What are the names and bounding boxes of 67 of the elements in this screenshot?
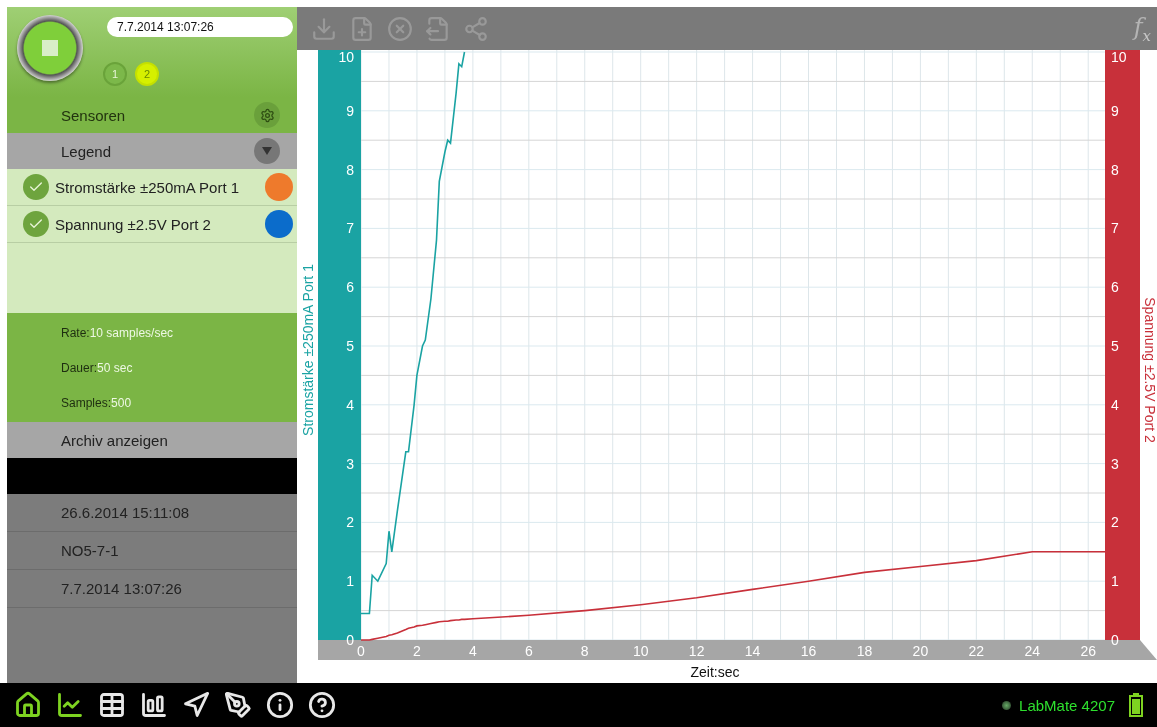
port-button[interactable]: 1 — [103, 62, 127, 86]
axis-tick-label: 4 — [1111, 396, 1119, 413]
axis-tick-label: 12 — [688, 643, 705, 659]
axis-tick-label: 2 — [1111, 514, 1119, 531]
help-icon[interactable] — [308, 691, 336, 719]
axis-tick-label: 5 — [346, 338, 354, 354]
table-icon[interactable] — [98, 691, 126, 719]
archive-button[interactable]: Archiv anzeigen — [7, 422, 297, 458]
navigation-icon[interactable] — [182, 691, 210, 719]
axis-tick-label: 7 — [1111, 220, 1119, 237]
axis-tick-label: 20 — [912, 643, 929, 659]
checkbox[interactable] — [23, 174, 49, 200]
device-label: LabMate 4207 — [1019, 696, 1115, 714]
line-chart-icon[interactable] — [56, 691, 84, 719]
axis-tick-label: 6 — [524, 643, 533, 659]
axis-tick-label: 24 — [1024, 643, 1041, 659]
axis-tick-label: 10 — [1111, 50, 1127, 65]
axis-tick-label: 8 — [346, 161, 354, 178]
axis-tick-label: 16 — [800, 643, 817, 659]
battery-icon — [1129, 693, 1143, 717]
axis-tick-label: 8 — [1111, 161, 1119, 178]
axis-tick-label: 10 — [338, 50, 354, 65]
info-text: Dauer:50 sec — [61, 360, 134, 375]
axis-title: Zeit:sec — [690, 664, 740, 680]
axis-tick-label: 4 — [346, 396, 354, 413]
info-text: Rate:10 samples/sec — [61, 325, 175, 340]
gear-icon — [259, 107, 275, 123]
axis-tick-label: 2 — [346, 514, 354, 531]
axis-tick-label: 4 — [469, 643, 477, 659]
axis-tick-label: 2 — [413, 643, 421, 659]
axis-title: Stromstärke ±250mA Port 1 — [300, 264, 316, 436]
axis-tick-label: 9 — [346, 102, 354, 119]
info-text: Samples:500 — [61, 395, 133, 410]
axis-tick-label: 5 — [1111, 338, 1119, 354]
settings-button[interactable] — [254, 102, 280, 128]
caret-icon — [261, 146, 273, 156]
function-button[interactable]: f$_{x}$ — [1133, 12, 1151, 45]
port-button[interactable]: 2 — [135, 62, 159, 86]
axis-tick-label: 8 — [580, 643, 589, 659]
axis-tick-label: 7 — [346, 220, 354, 237]
axis-tick-label: 18 — [856, 643, 873, 659]
section-label: Legend — [61, 142, 112, 160]
bar-chart-icon[interactable] — [140, 691, 168, 719]
axis-tick-label: 3 — [346, 455, 354, 472]
axis-tick-label: 22 — [968, 643, 985, 659]
home-icon[interactable] — [14, 691, 42, 719]
legend-label: Spannung ±2.5V Port 2 — [55, 215, 211, 233]
axis-tick-label: 10 — [632, 643, 649, 659]
axis-tick-label: 0 — [357, 643, 365, 659]
pen-icon[interactable] — [224, 691, 252, 719]
section-label: Sensoren — [61, 106, 126, 124]
axis-tick-label: 3 — [1111, 455, 1119, 472]
info-icon[interactable] — [266, 691, 294, 719]
axis-tick-label: 6 — [346, 279, 354, 296]
status-led — [1002, 700, 1012, 710]
axis-tick-label: 14 — [744, 643, 761, 659]
axis-tick-label: 6 — [1111, 279, 1119, 296]
axis-tick-label: 1 — [346, 573, 354, 590]
timestamp-field: 7.7.2014 13:07:26 — [107, 17, 293, 37]
axis-tick-label: 9 — [1111, 102, 1119, 119]
stop-button[interactable] — [17, 15, 83, 81]
axis-title: Spannung ±2.5V Port 2 — [1142, 297, 1157, 443]
dropdown-button[interactable] — [254, 138, 280, 164]
axis-tick-label: 26 — [1080, 643, 1096, 659]
checkbox[interactable] — [23, 211, 49, 237]
axis-tick-label: 1 — [1111, 573, 1119, 590]
legend-label: Stromstärke ±250mA Port 1 — [55, 178, 240, 196]
